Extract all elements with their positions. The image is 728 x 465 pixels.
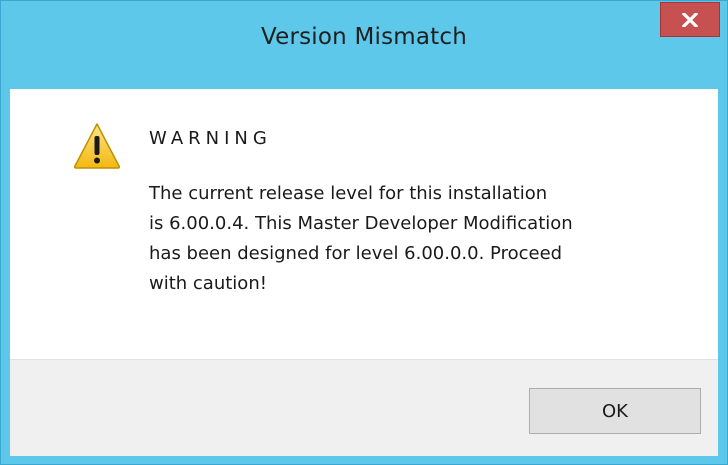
warning-message: The current release level for this insta… bbox=[149, 183, 573, 294]
ok-button[interactable]: OK bbox=[529, 388, 701, 434]
close-icon bbox=[682, 12, 698, 27]
warning-icon bbox=[73, 123, 121, 169]
close-button[interactable] bbox=[660, 2, 720, 37]
dialog-footer: OK bbox=[10, 359, 718, 456]
warning-heading: WARNING bbox=[149, 128, 272, 149]
dialog-content: WARNING The current release level for th… bbox=[10, 89, 718, 359]
title-bar[interactable]: Version Mismatch bbox=[1, 1, 727, 89]
dialog-window: Version Mismatch WARNING The current rel… bbox=[0, 0, 728, 465]
window-title: Version Mismatch bbox=[260, 24, 468, 50]
